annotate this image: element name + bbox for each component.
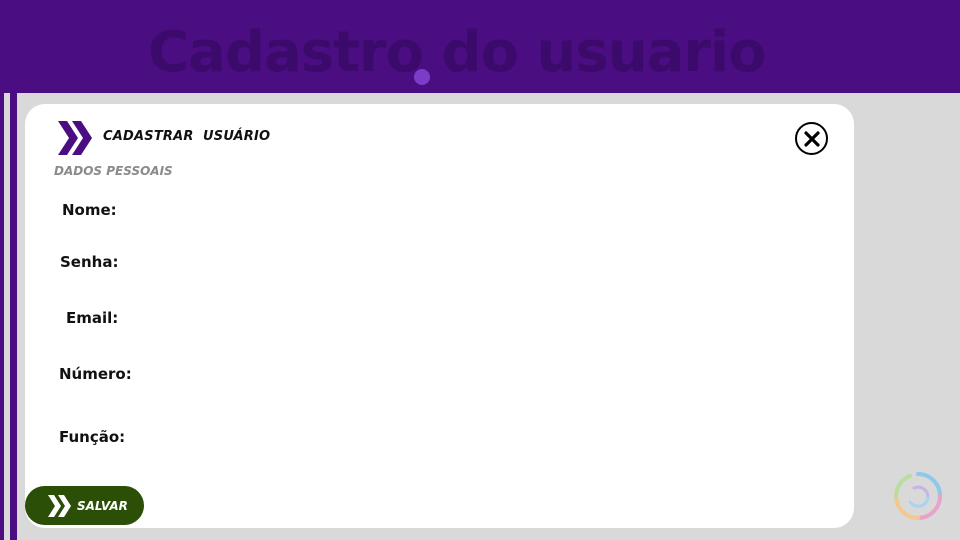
funcao-input[interactable] xyxy=(125,425,805,451)
save-button-label: SALVAR xyxy=(77,498,128,513)
nome-input[interactable] xyxy=(125,198,805,224)
double-chevron-right-icon xyxy=(48,494,71,517)
numero-label: Número: xyxy=(59,365,132,383)
close-button[interactable] xyxy=(795,122,828,155)
senha-label: Senha: xyxy=(60,253,119,271)
close-icon xyxy=(803,130,820,147)
card-title: CADASTRAR USUÁRIO xyxy=(103,129,271,144)
left-accent-line-inner xyxy=(10,93,17,540)
funcao-label: Função: xyxy=(59,428,126,446)
section-label: DADOS PESSOAIS xyxy=(54,164,173,178)
nome-label: Nome: xyxy=(62,201,117,219)
email-label: Email: xyxy=(66,309,119,327)
senha-input[interactable] xyxy=(125,250,805,276)
header-bar: Cadastro do usuario xyxy=(0,0,960,93)
left-accent-line xyxy=(0,93,4,540)
page-title: Cadastro do usuario xyxy=(148,20,767,85)
decorative-dot xyxy=(414,69,430,85)
double-chevron-right-icon xyxy=(58,121,92,155)
numero-input[interactable] xyxy=(135,362,805,388)
email-input[interactable] xyxy=(125,306,805,332)
rainbow-ring-logo xyxy=(894,472,942,520)
save-button[interactable]: SALVAR xyxy=(25,486,144,525)
